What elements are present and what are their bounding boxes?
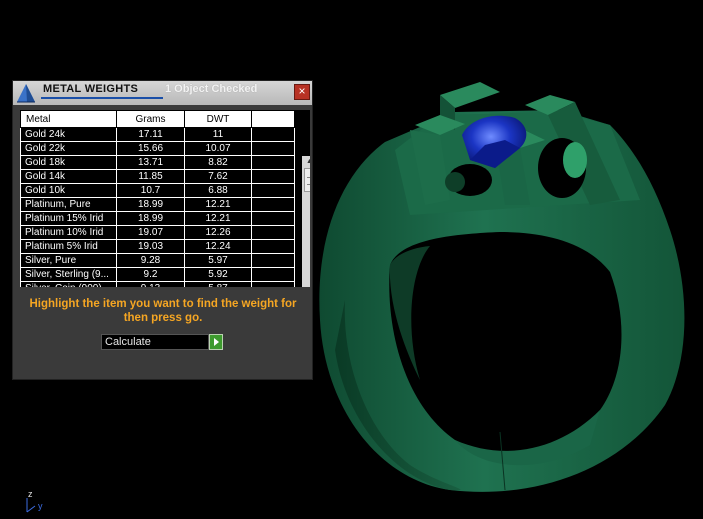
table-cell (251, 281, 295, 287)
table-cell: 5.97 (184, 253, 252, 268)
table-cell: 13.71 (116, 155, 185, 170)
table-cell: 11 (184, 127, 252, 142)
table-cell: 5.87 (184, 281, 252, 287)
table-cell: Silver, Coin (900) (20, 281, 117, 287)
column-header[interactable]: Metal (20, 110, 117, 128)
table-scrollbar[interactable]: ▲ ▼ (302, 156, 310, 287)
table-cell: 10.07 (184, 141, 252, 156)
table-cell: Gold 14k (20, 169, 117, 184)
table-cell (251, 155, 295, 170)
close-button[interactable]: × (294, 84, 310, 100)
table-cell: Gold 10k (20, 183, 117, 198)
axis-indicator: z y (26, 489, 43, 513)
table-cell: Platinum 10% Irid (20, 225, 117, 240)
table-row[interactable]: Gold 14k 11.85 7.62 (20, 169, 295, 184)
table-cell: 12.21 (184, 197, 252, 212)
table-cell: 17.11 (116, 127, 185, 142)
table-cell: Platinum, Pure (20, 197, 117, 212)
table-cell: Gold 18k (20, 155, 117, 170)
table-row[interactable]: Gold 24k 17.11 11 (20, 127, 295, 142)
table-cell (251, 197, 295, 212)
column-header[interactable] (251, 110, 295, 128)
table-cell: Platinum 15% Irid (20, 211, 117, 226)
table-cell (251, 141, 295, 156)
table-cell (251, 225, 295, 240)
table-cell: Gold 22k (20, 141, 117, 156)
axis-y-label: y (38, 501, 43, 511)
table-cell: 19.07 (116, 225, 185, 240)
table-cell (251, 183, 295, 198)
table-cell (251, 253, 295, 268)
table-cell: Platinum 5% Irid (20, 239, 117, 254)
table-row[interactable]: Silver, Sterling (9... 9.2 5.92 (20, 267, 295, 282)
go-button[interactable] (209, 334, 223, 350)
table-cell: 19.03 (116, 239, 185, 254)
object-status: 1 Object Checked (165, 83, 258, 95)
table-cell: 15.66 (116, 141, 185, 156)
title-underline (41, 97, 163, 99)
table-cell: Silver, Sterling (9... (20, 267, 117, 282)
table-cell (251, 267, 295, 282)
table-cell: 11.85 (116, 169, 185, 184)
table-cell (251, 239, 295, 254)
table-row[interactable]: Platinum 10% Irid 19.07 12.26 (20, 225, 295, 240)
pyramid-logo-icon (17, 84, 35, 103)
table-cell: 9.13 (116, 281, 185, 287)
ring-model[interactable] (319, 82, 685, 492)
table-row[interactable]: Platinum 5% Irid 19.03 12.24 (20, 239, 295, 254)
table-cell (251, 169, 295, 184)
table-cell: 9.2 (116, 267, 185, 282)
scroll-up-icon[interactable]: ▲ (302, 156, 310, 168)
table-row[interactable]: Gold 22k 15.66 10.07 (20, 141, 295, 156)
table-cell: 12.24 (184, 239, 252, 254)
table-cell: Gold 24k (20, 127, 117, 142)
table-cell (251, 211, 295, 226)
table-cell: 18.99 (116, 197, 185, 212)
table-cell: 9.28 (116, 253, 185, 268)
column-header[interactable]: Grams (116, 110, 185, 128)
table-row[interactable]: Gold 10k 10.7 6.88 (20, 183, 295, 198)
scroll-thumb[interactable] (304, 168, 310, 192)
table-row[interactable]: Silver, Pure 9.28 5.97 (20, 253, 295, 268)
table-cell: 5.92 (184, 267, 252, 282)
axis-z-label: z (28, 489, 33, 499)
table-cell: 7.62 (184, 169, 252, 184)
table-cell: 12.21 (184, 211, 252, 226)
table-row[interactable]: Silver, Coin (900)9.135.87 (20, 281, 295, 287)
play-arrow-icon (214, 338, 219, 346)
metal-weights-panel: METAL WEIGHTS 1 Object Checked × Metal Gr… (12, 80, 313, 380)
table-cell: Silver, Pure (20, 253, 117, 268)
table-cell: 10.7 (116, 183, 185, 198)
metal-table[interactable]: Metal Grams DWT Gold 24k 17.11 11 Gold 22k 15.… (20, 110, 310, 287)
panel-titlebar[interactable]: METAL WEIGHTS 1 Object Checked × (13, 81, 312, 105)
table-cell (251, 127, 295, 142)
column-header[interactable]: DWT (184, 110, 252, 128)
table-row[interactable]: Platinum 15% Irid 18.99 12.21 (20, 211, 295, 226)
table-row[interactable]: Platinum, Pure 18.99 12.21 (20, 197, 295, 212)
calculate-dropdown[interactable]: Calculate (101, 334, 209, 350)
table-cell: 8.82 (184, 155, 252, 170)
calculate-label: Calculate (105, 336, 151, 348)
table-cell: 6.88 (184, 183, 252, 198)
table-cell: 12.26 (184, 225, 252, 240)
table-row[interactable]: Gold 18k 13.71 8.82 (20, 155, 295, 170)
table-cell: 18.99 (116, 211, 185, 226)
panel-title: METAL WEIGHTS (43, 83, 139, 95)
instruction-text: Highlight the item you want to find the … (29, 298, 297, 324)
